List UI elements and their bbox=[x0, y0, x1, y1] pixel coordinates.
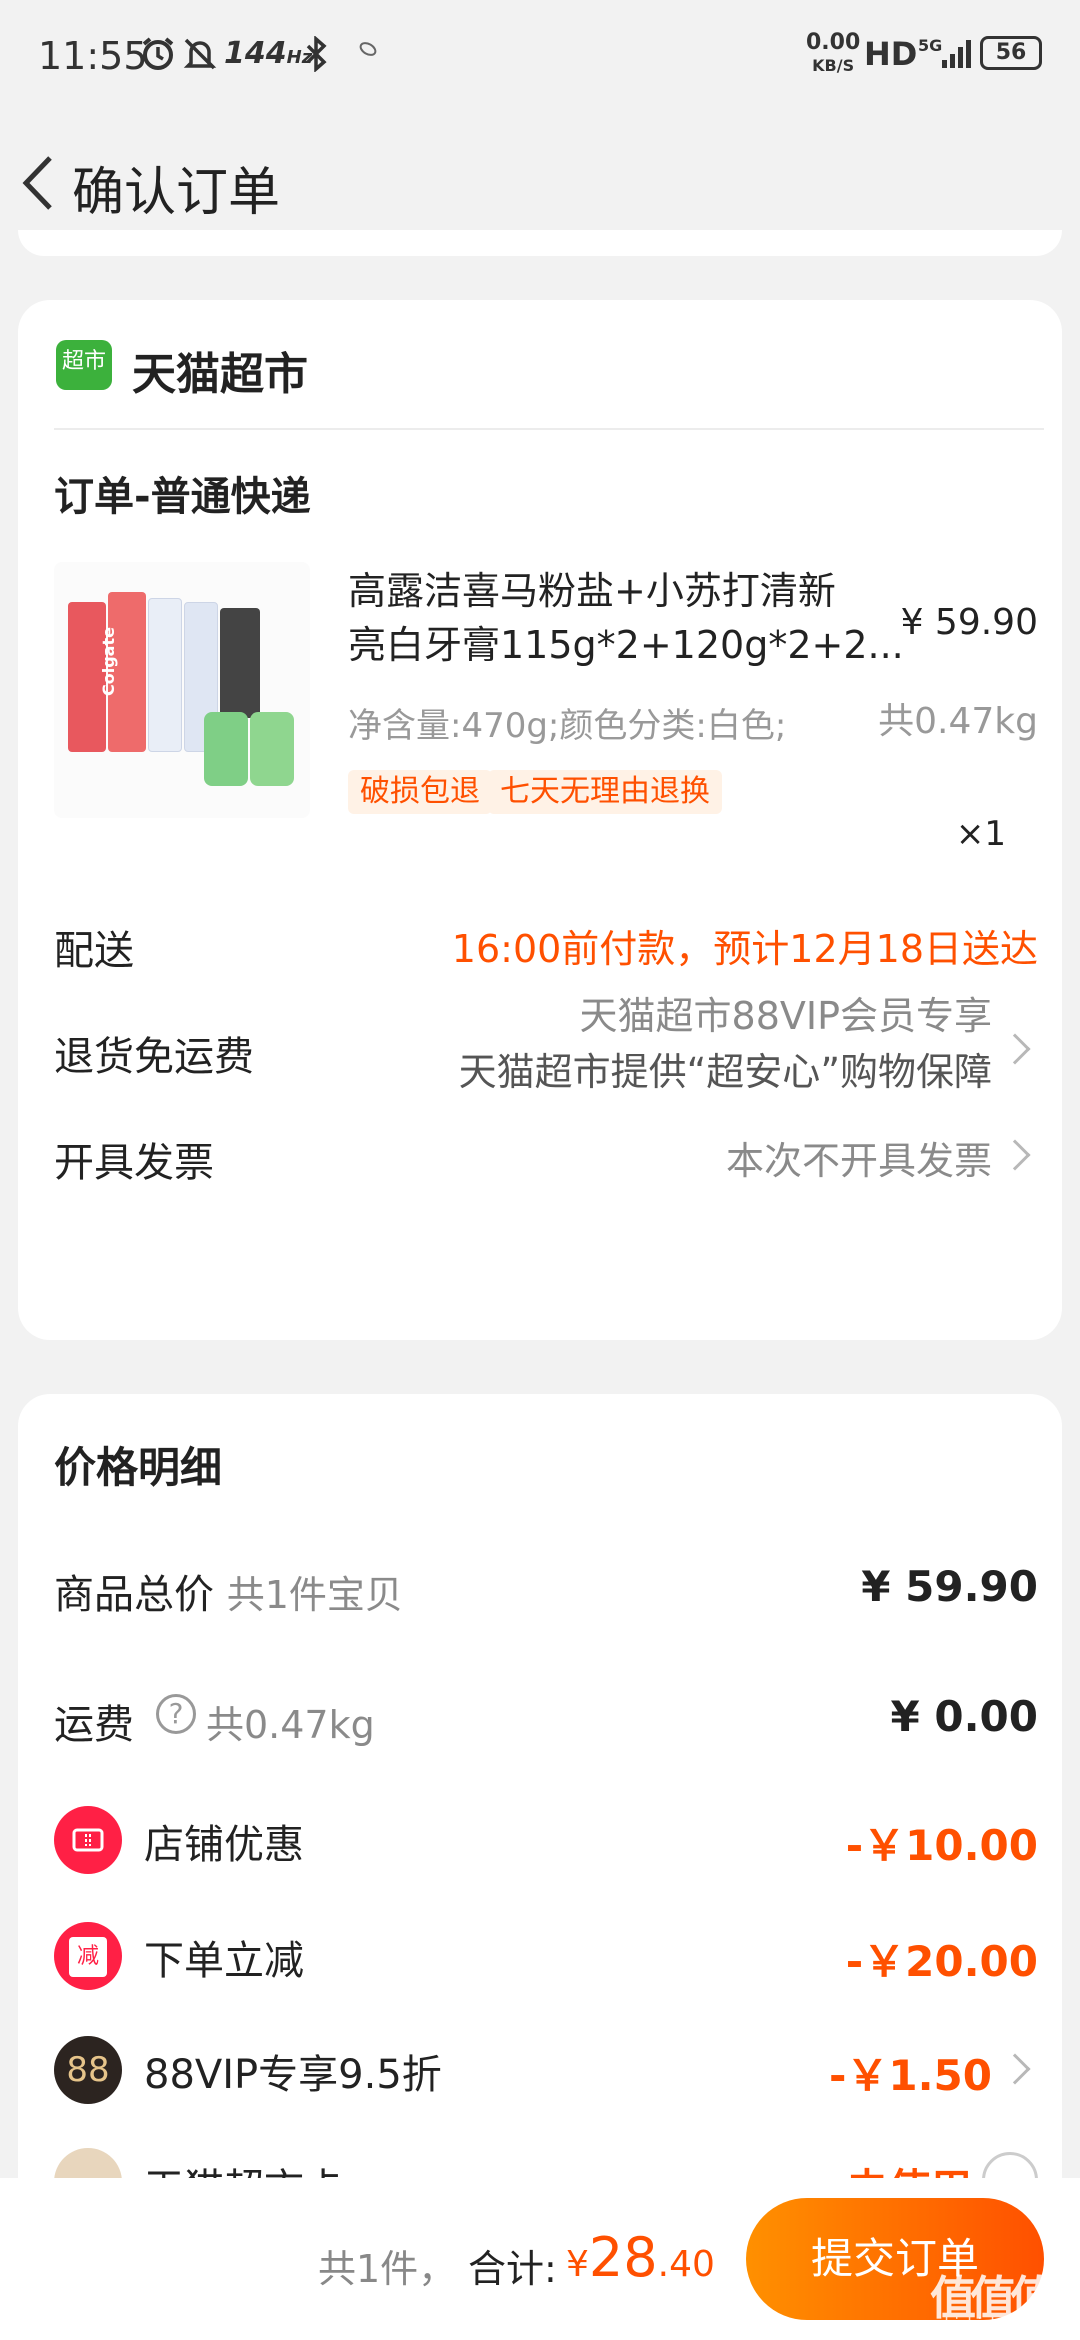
status-bar: 11:55 144Hz 0.00 KB/S HD 5G 56 bbox=[0, 0, 1080, 110]
instant-discount-label: 下单立减 bbox=[144, 1938, 304, 1984]
page-title: 确认订单 bbox=[72, 163, 281, 223]
return-shipping-label: 退货免运费 bbox=[54, 1034, 254, 1080]
help-icon[interactable]: ? bbox=[156, 1694, 196, 1734]
goods-total-value: ¥ 59.90 bbox=[861, 1562, 1038, 1611]
reduction-icon: 减 bbox=[54, 1922, 122, 1990]
nfc-icon bbox=[356, 36, 380, 72]
product-spec[interactable]: 净含量:470g;颜色分类:白色; bbox=[348, 698, 786, 747]
chevron-right-icon bbox=[999, 2053, 1031, 2085]
bluetooth-icon bbox=[298, 35, 334, 73]
store-discount-label: 店铺优惠 bbox=[144, 1822, 304, 1868]
delivery-label: 配送 bbox=[54, 928, 134, 974]
shipping-value: ¥ 0.00 bbox=[890, 1692, 1038, 1741]
alarm-icon bbox=[140, 36, 176, 72]
mute-icon bbox=[182, 36, 218, 72]
coupon-icon bbox=[54, 1806, 122, 1874]
back-button[interactable] bbox=[14, 148, 64, 218]
shipping-label: 运费 bbox=[54, 1702, 134, 1748]
tag-damage-return: 破损包退 bbox=[348, 770, 492, 814]
product-price: ¥ 59.90 bbox=[900, 602, 1038, 643]
invoice-value[interactable]: 本次不开具发票 bbox=[726, 1130, 992, 1185]
shipping-weight: 共0.47kg bbox=[206, 1703, 375, 1747]
instant-discount-value: -￥20.00 bbox=[845, 1937, 1038, 1986]
total-amount: ¥28.40 bbox=[566, 2226, 715, 2289]
order-type: 订单-普通快递 bbox=[54, 474, 311, 520]
tag-seven-day-return: 七天无理由退换 bbox=[488, 770, 722, 814]
vip-discount-value[interactable]: -￥1.50 bbox=[829, 2042, 992, 2103]
price-detail-card: 价格明细 商品总价 共1件宝贝 ¥ 59.90 运费 ? 共0.47kg ¥ 0… bbox=[18, 1394, 1062, 2294]
product-image[interactable]: Colgate bbox=[54, 562, 310, 818]
chevron-right-icon bbox=[999, 1139, 1031, 1171]
total-label: 合计: bbox=[468, 2247, 557, 2291]
vip-discount-label: 88VIP专享9.5折 bbox=[144, 2052, 442, 2098]
item-count: 共1件， bbox=[318, 2247, 457, 2291]
previous-card-edge bbox=[18, 230, 1062, 256]
status-time: 11:55 bbox=[38, 34, 148, 78]
net-speed: 0.00 KB/S bbox=[806, 30, 861, 76]
store-name[interactable]: 天猫超市 bbox=[132, 338, 308, 402]
product-title[interactable]: 高露洁喜马粉盐+小苏打清新 亮白牙膏115g*2+120g*2+2... bbox=[348, 564, 904, 672]
vip88-icon: 88 bbox=[54, 2036, 122, 2104]
watermark-url: zhizhizhi.com bbox=[936, 2314, 1045, 2333]
store-discount-value: -￥10.00 bbox=[845, 1821, 1038, 1870]
return-shipping-info[interactable]: 天猫超市88VIP会员专享 天猫超市提供“超安心”购物保障 bbox=[459, 988, 992, 1100]
battery-icon: 56 bbox=[980, 36, 1042, 70]
divider bbox=[54, 428, 1044, 430]
signal-icon bbox=[938, 36, 974, 72]
product-quantity: ×1 bbox=[955, 814, 1006, 854]
goods-total-label: 商品总价 共1件宝贝 bbox=[54, 1572, 403, 1618]
tmall-supermarket-logo: 超市 bbox=[56, 340, 112, 390]
product-weight: 共0.47kg bbox=[878, 701, 1038, 742]
invoice-label: 开具发票 bbox=[54, 1140, 214, 1186]
chevron-right-icon bbox=[999, 1033, 1031, 1065]
price-detail-title: 价格明细 bbox=[54, 1443, 223, 1492]
hd-indicator: HD bbox=[864, 35, 918, 73]
delivery-value: 16:00前付款，预计12月18日送达 bbox=[451, 927, 1038, 971]
order-card: 超市 天猫超市 订单-普通快递 Colgate 高露洁喜马粉盐+小苏打清新 亮白牙… bbox=[18, 300, 1062, 1340]
